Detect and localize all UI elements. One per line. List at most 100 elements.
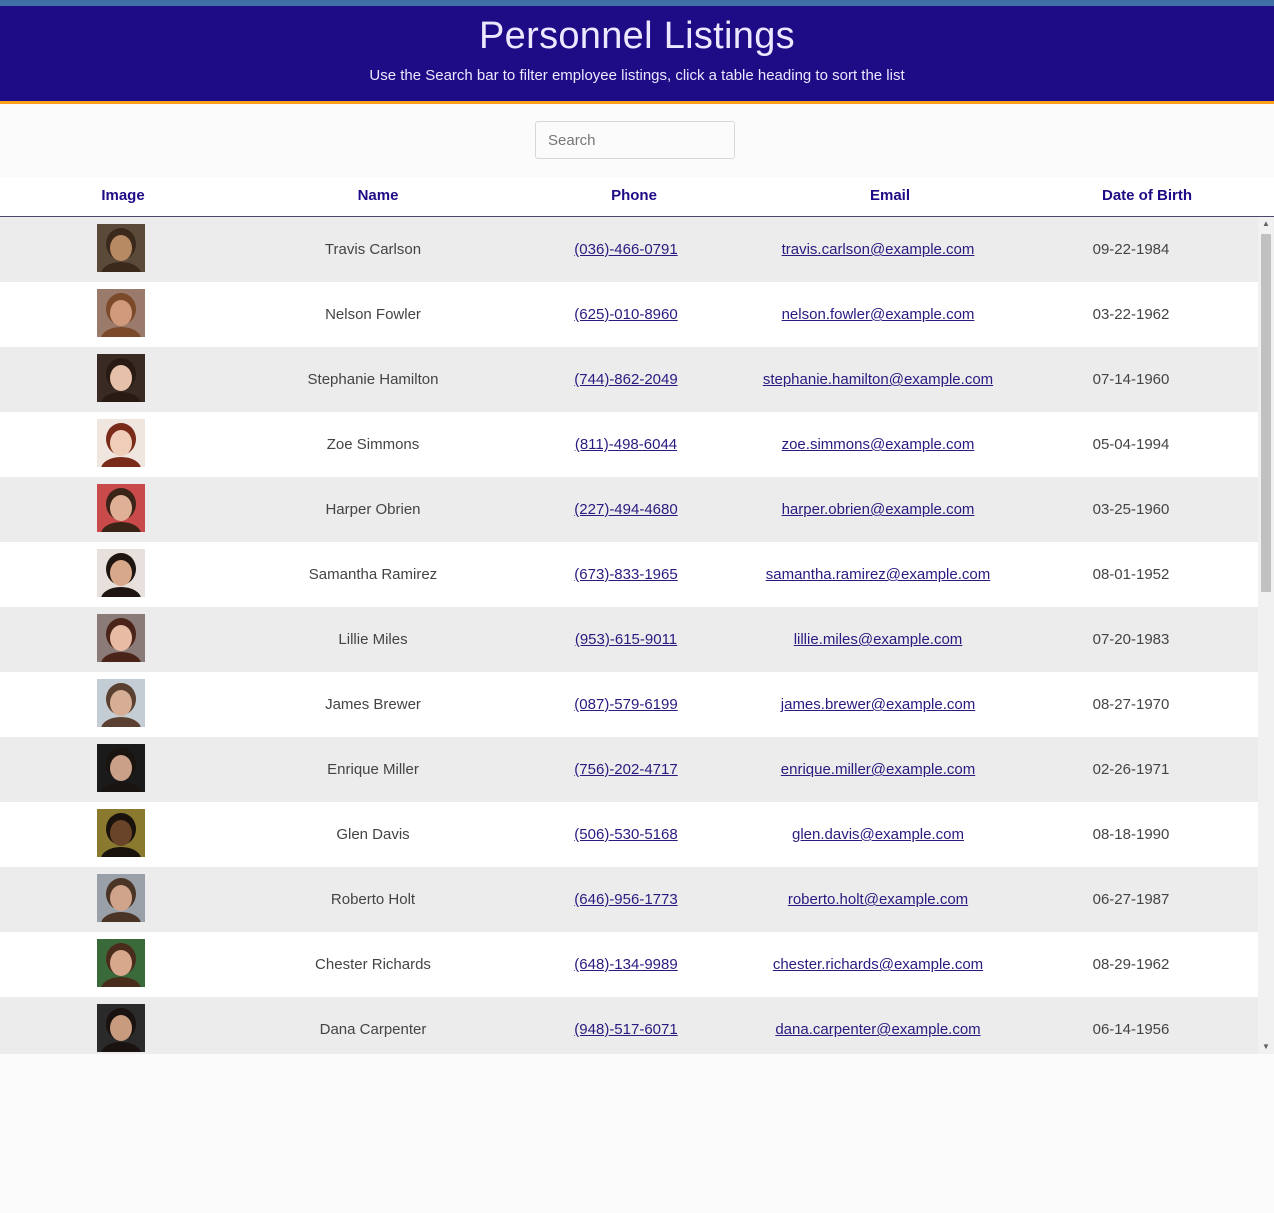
employee-email: zoe.simmons@example.com <box>738 412 1018 477</box>
employee-email-link[interactable]: zoe.simmons@example.com <box>782 436 975 453</box>
employee-email-link[interactable]: roberto.holt@example.com <box>788 891 968 908</box>
employee-phone: (227)-494-4680 <box>516 477 736 542</box>
employee-email-link[interactable]: travis.carlson@example.com <box>782 241 975 258</box>
employee-email-link[interactable]: glen.davis@example.com <box>792 826 964 843</box>
employee-photo <box>97 354 145 402</box>
table-row: Nelson Fowler (625)-010-8960 nelson.fowler… <box>0 282 1258 347</box>
employee-dob: 02-26-1971 <box>1092 761 1170 778</box>
employee-phone-link[interactable]: (227)-494-4680 <box>574 501 677 518</box>
employee-name: Glen Davis <box>336 826 410 843</box>
employee-email: travis.carlson@example.com <box>738 217 1018 282</box>
employee-photo <box>97 614 145 662</box>
table-scrollbar[interactable]: ▲ ▼ <box>1258 217 1274 1054</box>
employee-phone-link[interactable]: (646)-956-1773 <box>574 891 677 908</box>
column-header-name[interactable]: Name <box>303 187 453 204</box>
employee-name: James Brewer <box>325 696 421 713</box>
employee-phone: (648)-134-9989 <box>516 932 736 997</box>
employee-name: Chester Richards <box>315 956 431 973</box>
employee-phone: (646)-956-1773 <box>516 867 736 932</box>
employee-dob: 03-22-1962 <box>1092 306 1170 323</box>
employee-phone: (673)-833-1965 <box>516 542 736 607</box>
employee-photo <box>97 484 145 532</box>
scroll-up-arrow-icon[interactable]: ▲ <box>1258 217 1274 231</box>
employee-name: Roberto Holt <box>330 891 416 908</box>
table-row: Chester Richards (648)-134-9989 chester.ri… <box>0 932 1258 997</box>
employee-dob: 03-25-1960 <box>1092 501 1170 518</box>
employee-photo <box>97 679 145 727</box>
employee-dob: 05-04-1994 <box>1092 436 1170 453</box>
column-header-image[interactable]: Image <box>73 187 173 204</box>
employee-email-link[interactable]: lillie.miles@example.com <box>794 631 963 648</box>
employee-email-link[interactable]: nelson.fowler@example.com <box>782 306 975 323</box>
employee-dob: 08-18-1990 <box>1092 826 1170 843</box>
employee-phone: (756)-202-4717 <box>516 737 736 802</box>
column-header-phone[interactable]: Phone <box>559 187 709 204</box>
table-body: Travis Carlson (036)-466-0791 travis.carls… <box>0 217 1258 1054</box>
employee-phone-link[interactable]: (036)-466-0791 <box>574 241 677 258</box>
employee-phone: (953)-615-9011 <box>516 607 736 672</box>
column-header-dob[interactable]: Date of Birth <box>1072 187 1222 204</box>
employee-email-link[interactable]: chester.richards@example.com <box>773 956 983 973</box>
employee-phone: (036)-466-0791 <box>516 217 736 282</box>
employee-phone-link[interactable]: (744)-862-2049 <box>574 371 677 388</box>
page-title: Personnel Listings <box>479 15 795 57</box>
employee-photo <box>97 224 145 272</box>
table-row: Travis Carlson (036)-466-0791 travis.carls… <box>0 217 1258 282</box>
employee-phone: (087)-579-6199 <box>516 672 736 737</box>
employee-phone-link[interactable]: (625)-010-8960 <box>574 306 677 323</box>
employee-phone: (744)-862-2049 <box>516 347 736 412</box>
table-row: Lillie Miles (953)-615-9011 lillie.miles@e… <box>0 607 1258 672</box>
employee-email: glen.davis@example.com <box>738 802 1018 867</box>
table-row: Dana Carpenter (948)-517-6071 dana.carpent… <box>0 997 1258 1054</box>
employee-email: samantha.ramirez@example.com <box>738 542 1018 607</box>
search-container <box>535 121 735 159</box>
employee-email-link[interactable]: stephanie.hamilton@example.com <box>763 371 993 388</box>
employee-phone-link[interactable]: (648)-134-9989 <box>574 956 677 973</box>
scrollbar-thumb[interactable] <box>1261 234 1271 592</box>
search-input[interactable] <box>535 121 735 159</box>
table-header: Image Name Phone Email Date of Birth <box>0 177 1274 217</box>
employee-name: Samantha Ramirez <box>308 566 438 583</box>
employee-name: Zoe Simmons <box>326 436 420 453</box>
table-row: Samantha Ramirez (673)-833-1965 samantha.r… <box>0 542 1258 607</box>
employee-photo <box>97 809 145 857</box>
employee-email-link[interactable]: samantha.ramirez@example.com <box>766 566 990 583</box>
employee-email: roberto.holt@example.com <box>738 867 1018 932</box>
scroll-down-arrow-icon[interactable]: ▼ <box>1258 1040 1274 1054</box>
employee-email: lillie.miles@example.com <box>738 607 1018 672</box>
employee-email: nelson.fowler@example.com <box>738 282 1018 347</box>
employee-phone-link[interactable]: (756)-202-4717 <box>574 761 677 778</box>
table-row: Glen Davis (506)-530-5168 glen.davis@examp… <box>0 802 1258 867</box>
employee-dob: 07-20-1983 <box>1092 631 1170 648</box>
column-header-email[interactable]: Email <box>815 187 965 204</box>
table-row: Harper Obrien (227)-494-4680 harper.obrien… <box>0 477 1258 542</box>
employee-name: Lillie Miles <box>338 631 408 648</box>
employee-phone-link[interactable]: (506)-530-5168 <box>574 826 677 843</box>
employee-phone-link[interactable]: (953)-615-9011 <box>575 631 677 648</box>
employee-phone: (811)-498-6044 <box>516 412 736 477</box>
employee-email-link[interactable]: dana.carpenter@example.com <box>775 1021 980 1038</box>
employee-photo <box>97 1004 145 1052</box>
employee-photo <box>97 744 145 792</box>
table-row: Enrique Miller (756)-202-4717 enrique.mill… <box>0 737 1258 802</box>
employee-email-link[interactable]: harper.obrien@example.com <box>782 501 975 518</box>
employee-email: james.brewer@example.com <box>738 672 1018 737</box>
employee-phone-link[interactable]: (673)-833-1965 <box>574 566 677 583</box>
table-row: Zoe Simmons (811)-498-6044 zoe.simmons@exa… <box>0 412 1258 477</box>
employee-photo <box>97 549 145 597</box>
employee-photo <box>97 289 145 337</box>
employee-email-link[interactable]: james.brewer@example.com <box>781 696 975 713</box>
employee-phone-link[interactable]: (948)-517-6071 <box>574 1021 677 1038</box>
employee-photo <box>97 419 145 467</box>
employee-phone-link[interactable]: (811)-498-6044 <box>575 436 677 453</box>
employee-dob: 07-14-1960 <box>1092 371 1170 388</box>
table-row: Roberto Holt (646)-956-1773 roberto.holt@e… <box>0 867 1258 932</box>
employee-photo <box>97 939 145 987</box>
employee-email: dana.carpenter@example.com <box>738 997 1018 1054</box>
employee-phone-link[interactable]: (087)-579-6199 <box>574 696 677 713</box>
employee-email: stephanie.hamilton@example.com <box>738 347 1018 412</box>
employee-name: Stephanie Hamilton <box>307 371 439 388</box>
table-row: Stephanie Hamilton (744)-862-2049 stephani… <box>0 347 1258 412</box>
employee-email: chester.richards@example.com <box>738 932 1018 997</box>
employee-email-link[interactable]: enrique.miller@example.com <box>781 761 975 778</box>
